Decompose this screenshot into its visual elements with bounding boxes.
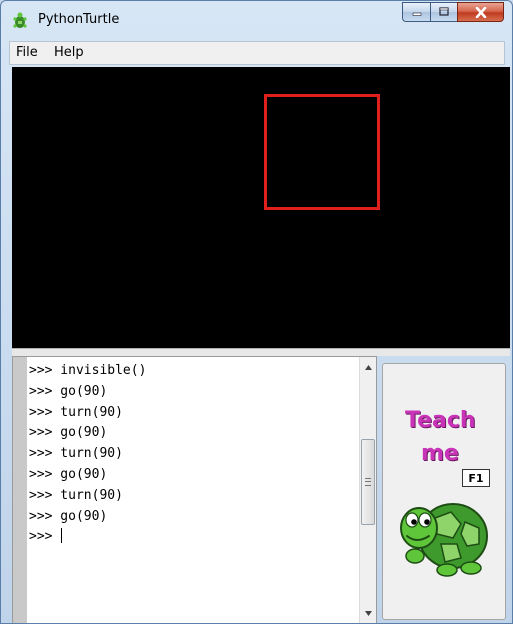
scroll-down-button[interactable] [360, 605, 377, 622]
shell-panel[interactable]: >>> invisible() >>> go(90) >>> turn(90) … [12, 356, 377, 623]
minimize-icon [412, 12, 421, 16]
shell-line: >>> invisible() [29, 363, 147, 378]
teach-me-button[interactable]: Teach me F1 [382, 363, 506, 620]
turtle-canvas [12, 67, 510, 348]
menu-file[interactable]: File [16, 45, 38, 60]
scroll-up-arrow-icon [365, 365, 372, 370]
app-window: PythonTurtle File Help >>> invisible() >… [0, 0, 513, 624]
shell-line: >>> go(90) [29, 425, 108, 441]
shell-gutter [13, 357, 27, 623]
shell-input-line[interactable]: >>> [29, 527, 146, 548]
scroll-thumb[interactable] [361, 439, 375, 525]
shell-line: >>> turn(90) [29, 487, 123, 503]
scroll-up-button[interactable] [360, 359, 377, 376]
menu-bar: File Help [9, 41, 505, 65]
drawn-square [264, 94, 380, 210]
grip-icon [365, 478, 371, 486]
shell-line: >>> turn(90) [29, 446, 123, 462]
title-bar[interactable]: PythonTurtle [1, 1, 512, 39]
close-icon [475, 6, 486, 18]
shell-line: >>> go(90) [29, 508, 108, 524]
shell-scrollbar[interactable] [359, 357, 377, 623]
shell-output: >>> invisible() >>> go(90) >>> turn(90) … [29, 361, 146, 548]
pane-splitter[interactable] [12, 348, 510, 356]
shell-prompt: >>> [29, 529, 61, 545]
me-label: me [421, 441, 459, 466]
teach-label: Teach [405, 408, 476, 433]
shell-line: >>> go(90) [29, 466, 108, 482]
shell-line: >>> go(90) [29, 383, 108, 399]
text-cursor [61, 528, 63, 544]
scroll-down-arrow-icon [365, 611, 372, 616]
maximize-button[interactable] [430, 2, 457, 22]
menu-help[interactable]: Help [54, 45, 84, 60]
turtle-app-icon [13, 12, 27, 28]
maximize-icon [439, 7, 449, 16]
turtle-mascot-icon [400, 503, 488, 577]
minimize-button[interactable] [402, 2, 430, 22]
close-button[interactable] [457, 2, 504, 22]
window-title: PythonTurtle [38, 12, 120, 27]
shell-line: >>> turn(90) [29, 404, 123, 420]
